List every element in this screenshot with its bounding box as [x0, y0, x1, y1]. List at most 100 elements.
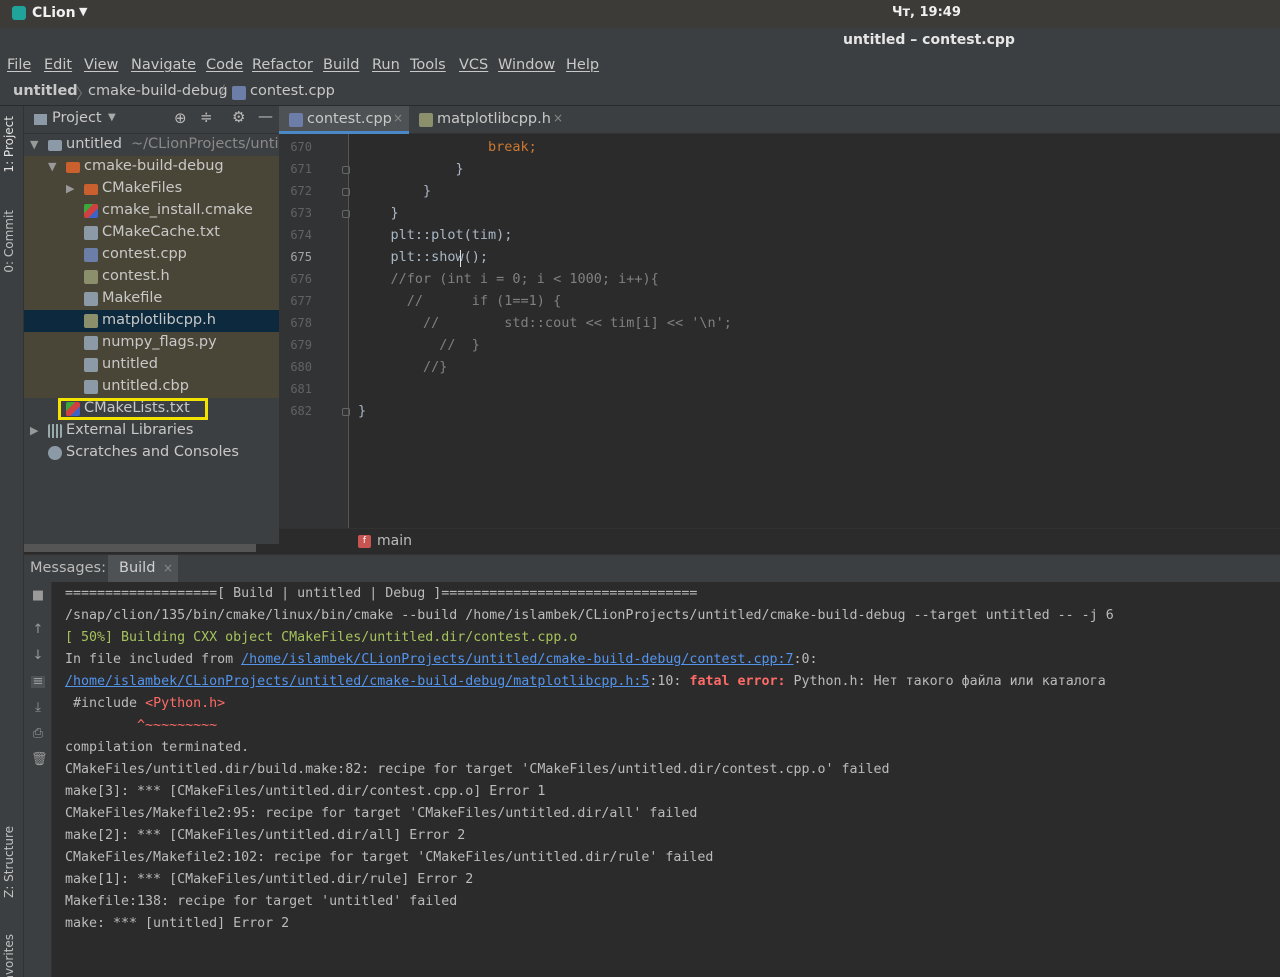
side-tab-commit[interactable]: 0: Commit [2, 210, 16, 273]
tree-node-contest-h[interactable]: contest.h [24, 266, 279, 288]
tree-node-cmake-build-debug[interactable]: ▼ cmake-build-debug [24, 156, 279, 178]
menu-help[interactable]: Help [566, 57, 599, 73]
fold-icon[interactable] [342, 166, 350, 174]
menu-navigate[interactable]: Navigate [131, 57, 196, 73]
tree-node-contest-cpp[interactable]: contest.cpp [24, 244, 279, 266]
chevron-right-icon[interactable]: ▶ [30, 424, 38, 437]
code-line[interactable]: } [358, 403, 366, 419]
menu-vcs[interactable]: VCS [459, 57, 488, 73]
code-line[interactable]: //for (int i = 0; i < 1000; i++){ [358, 271, 659, 287]
build-console[interactable]: ===================[ Build | untitled | … [53, 582, 1280, 977]
close-icon[interactable]: × [163, 561, 173, 575]
code-line[interactable]: //} [358, 359, 447, 375]
code-line[interactable]: break; [358, 139, 537, 155]
console-line: CMakeFiles/Makefile2:102: recipe for tar… [65, 850, 714, 865]
menu-run[interactable]: Run [372, 57, 400, 73]
print-icon[interactable]: ⎙ [31, 727, 45, 740]
code-line[interactable]: plt::show(); [358, 249, 489, 265]
close-icon[interactable]: × [553, 111, 563, 125]
line-number: 671 [290, 162, 312, 176]
clock[interactable]: Чт, 19:49 [892, 5, 961, 20]
tree-node-untitled-cbp[interactable]: untitled.cbp [24, 376, 279, 398]
console-line: Makefile:138: recipe for target 'untitle… [65, 894, 458, 909]
side-tab-structure[interactable]: Z: Structure [2, 826, 16, 898]
chevron-down-icon[interactable]: ▼ [48, 160, 56, 173]
chevron-down-icon[interactable]: ▼ [79, 5, 87, 18]
soft-wrap-icon[interactable]: ≡ [31, 675, 45, 688]
tab-matplotlibcpp[interactable]: matplotlibcpp.h × [413, 106, 563, 134]
tree-node-label: untitled.cbp [102, 378, 189, 394]
tree-node-root[interactable]: ▼ untitled ~/CLionProjects/untit [24, 134, 284, 156]
close-icon[interactable]: × [393, 111, 403, 125]
console-line: #include <Python.h> [65, 696, 225, 711]
chevron-down-icon[interactable]: ▼ [108, 112, 116, 123]
project-view-selector[interactable]: Project [52, 110, 102, 126]
tree-node-label: untitled [66, 136, 122, 152]
breadcrumb-folder[interactable]: cmake-build-debug [88, 83, 228, 99]
tree-node-makefile[interactable]: Makefile [24, 288, 279, 310]
messages-label: Messages: [30, 560, 106, 576]
tab-build[interactable]: Build × [108, 555, 178, 583]
breadcrumb: untitled 〉 cmake-build-debug / contest.c… [0, 80, 1280, 106]
tree-node-matplotlibcpp[interactable]: matplotlibcpp.h [24, 310, 279, 332]
menu-tools[interactable]: Tools [410, 57, 446, 73]
console-link[interactable]: /home/islambek/CLionProjects/untitled/cm… [241, 652, 793, 667]
menu-code[interactable]: Code [206, 57, 243, 73]
code-line[interactable]: // if (1==1) { [358, 293, 561, 309]
tree-node-label: Scratches and Consoles [66, 444, 239, 460]
locate-icon[interactable]: ⊕ [174, 109, 187, 127]
stop-icon[interactable]: ■ [31, 589, 45, 602]
code-line[interactable]: plt::plot(tim); [358, 227, 513, 243]
fold-icon[interactable] [342, 408, 350, 416]
tree-node-cmakefiles[interactable]: ▶ CMakeFiles [24, 178, 279, 200]
fold-icon[interactable] [342, 188, 350, 196]
project-tree: ▼ untitled ~/CLionProjects/untit ▼ cmake… [24, 134, 284, 552]
menu-edit[interactable]: Edit [44, 57, 72, 73]
down-arrow-icon[interactable]: ↓ [31, 649, 45, 662]
file-icon [84, 380, 98, 394]
tab-contest-cpp[interactable]: contest.cpp × [279, 106, 409, 134]
scratch-icon [48, 446, 62, 460]
breadcrumb-file[interactable]: contest.cpp [250, 83, 335, 99]
chevron-right-icon[interactable]: ▶ [66, 182, 74, 195]
line-number: 676 [290, 272, 312, 286]
menu-build[interactable]: Build [323, 57, 359, 73]
code-editor[interactable]: break; } } } plt::plot(tim); plt::show()… [350, 134, 1280, 528]
tree-node-numpy-flags[interactable]: numpy_flags.py [24, 332, 279, 354]
console-link[interactable]: /home/islambek/CLionProjects/untitled/cm… [65, 674, 649, 689]
collapse-all-icon[interactable]: ≑ [200, 108, 213, 126]
tree-node-cmakecache[interactable]: CMakeCache.txt [24, 222, 279, 244]
side-tab-favorites[interactable]: avorites [2, 934, 16, 977]
fold-icon[interactable] [342, 210, 350, 218]
scroll-to-end-icon[interactable]: ⤓ [31, 701, 45, 714]
up-arrow-icon[interactable]: ↑ [31, 623, 45, 636]
hide-panel-icon[interactable]: — [258, 107, 273, 125]
menu-file[interactable]: File [7, 57, 31, 73]
console-text: In file included from [65, 652, 242, 667]
code-line[interactable]: } [358, 205, 399, 221]
header-file-icon [84, 314, 98, 328]
tree-node-scratches[interactable]: Scratches and Consoles [24, 442, 279, 464]
console-text: #include [65, 696, 146, 711]
code-line[interactable]: // } [358, 337, 480, 353]
trash-icon[interactable]: 🗑 [31, 753, 48, 766]
side-tab-project[interactable]: 1: Project [2, 116, 16, 173]
tab-label: matplotlibcpp.h [437, 111, 551, 127]
tree-node-cmake-install[interactable]: cmake_install.cmake [24, 200, 279, 222]
menu-window[interactable]: Window [498, 57, 555, 73]
code-line[interactable]: // std::cout << tim[i] << '\n'; [358, 315, 732, 331]
horizontal-scrollbar[interactable] [24, 544, 256, 552]
code-line[interactable]: } [358, 161, 464, 177]
tree-node-untitled[interactable]: untitled [24, 354, 279, 376]
code-line[interactable]: } [358, 183, 431, 199]
app-menu-name[interactable]: CLion [32, 5, 76, 21]
gear-icon[interactable]: ⚙ [232, 108, 245, 126]
menu-view[interactable]: View [84, 57, 118, 73]
line-number: 682 [290, 404, 312, 418]
menu-refactor[interactable]: Refactor [252, 57, 313, 73]
line-number: 674 [290, 228, 312, 242]
tree-node-external-libraries[interactable]: ▶ External Libraries [24, 420, 279, 442]
chevron-down-icon[interactable]: ▼ [30, 138, 38, 151]
breadcrumb-project[interactable]: untitled [13, 83, 78, 99]
function-crumb[interactable]: main [377, 533, 412, 549]
